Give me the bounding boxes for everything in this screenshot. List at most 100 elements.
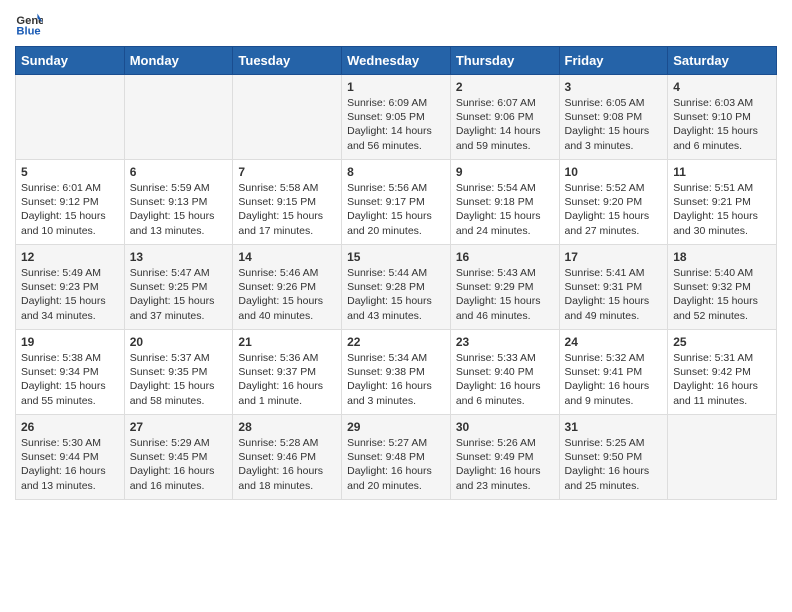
cell-line: and 27 minutes.: [565, 224, 663, 238]
cell-line: Sunrise: 5:40 AM: [673, 266, 771, 280]
cell-line: and 25 minutes.: [565, 479, 663, 493]
calendar-cell: 1Sunrise: 6:09 AMSunset: 9:05 PMDaylight…: [342, 75, 451, 160]
cell-line: Sunset: 9:32 PM: [673, 280, 771, 294]
header-row: SundayMondayTuesdayWednesdayThursdayFrid…: [16, 47, 777, 75]
calendar-body: 1Sunrise: 6:09 AMSunset: 9:05 PMDaylight…: [16, 75, 777, 500]
day-number: 28: [238, 420, 336, 434]
cell-line: Sunset: 9:15 PM: [238, 195, 336, 209]
cell-line: Daylight: 15 hours: [673, 209, 771, 223]
cell-line: Sunset: 9:06 PM: [456, 110, 554, 124]
calendar-cell: [124, 75, 233, 160]
cell-line: Sunset: 9:20 PM: [565, 195, 663, 209]
cell-line: and 37 minutes.: [130, 309, 228, 323]
cell-line: Daylight: 16 hours: [21, 464, 119, 478]
cell-content: Sunrise: 5:25 AMSunset: 9:50 PMDaylight:…: [565, 436, 663, 493]
day-header-saturday: Saturday: [668, 47, 777, 75]
cell-line: Sunset: 9:35 PM: [130, 365, 228, 379]
day-number: 15: [347, 250, 445, 264]
calendar-week-5: 26Sunrise: 5:30 AMSunset: 9:44 PMDayligh…: [16, 415, 777, 500]
cell-line: Sunrise: 5:38 AM: [21, 351, 119, 365]
calendar-cell: 21Sunrise: 5:36 AMSunset: 9:37 PMDayligh…: [233, 330, 342, 415]
day-header-friday: Friday: [559, 47, 668, 75]
cell-line: Sunrise: 5:37 AM: [130, 351, 228, 365]
calendar-cell: 13Sunrise: 5:47 AMSunset: 9:25 PMDayligh…: [124, 245, 233, 330]
day-number: 2: [456, 80, 554, 94]
calendar-cell: [668, 415, 777, 500]
cell-line: and 16 minutes.: [130, 479, 228, 493]
cell-line: and 58 minutes.: [130, 394, 228, 408]
cell-line: and 20 minutes.: [347, 479, 445, 493]
cell-line: Sunset: 9:44 PM: [21, 450, 119, 464]
calendar-cell: 28 Sunrise: 5:28 AMSunset: 9:46 PMDayligh…: [233, 415, 342, 500]
calendar-cell: 10Sunrise: 5:52 AMSunset: 9:20 PMDayligh…: [559, 160, 668, 245]
cell-line: Sunset: 9:10 PM: [673, 110, 771, 124]
day-number: 21: [238, 335, 336, 349]
day-number: 26: [21, 420, 119, 434]
calendar-cell: 8 Sunrise: 5:56 AMSunset: 9:17 PMDaylight…: [342, 160, 451, 245]
cell-line: Sunset: 9:29 PM: [456, 280, 554, 294]
cell-line: and 23 minutes.: [456, 479, 554, 493]
cell-content: Sunrise: 5:59 AMSunset: 9:13 PMDaylight:…: [130, 181, 228, 238]
cell-content: Sunrise: 5:44 AMSunset: 9:28 PMDaylight:…: [347, 266, 445, 323]
cell-line: Daylight: 16 hours: [456, 464, 554, 478]
cell-line: Sunset: 9:46 PM: [238, 450, 336, 464]
day-number: 8: [347, 165, 445, 179]
cell-line: Daylight: 15 hours: [456, 209, 554, 223]
calendar-cell: 22 Sunrise: 5:34 AMSunset: 9:38 PMDayligh…: [342, 330, 451, 415]
calendar-cell: 20 Sunrise: 5:37 AMSunset: 9:35 PMDayligh…: [124, 330, 233, 415]
cell-line: Sunset: 9:25 PM: [130, 280, 228, 294]
page-header: General Blue: [15, 10, 777, 38]
cell-line: and 49 minutes.: [565, 309, 663, 323]
cell-line: and 9 minutes.: [565, 394, 663, 408]
calendar-cell: 17Sunrise: 5:41 AMSunset: 9:31 PMDayligh…: [559, 245, 668, 330]
cell-line: Daylight: 15 hours: [130, 294, 228, 308]
cell-line: Sunrise: 5:25 AM: [565, 436, 663, 450]
cell-line: Sunset: 9:13 PM: [130, 195, 228, 209]
cell-line: Sunset: 9:21 PM: [673, 195, 771, 209]
day-number: 14: [238, 250, 336, 264]
calendar-cell: 6Sunrise: 5:59 AMSunset: 9:13 PMDaylight…: [124, 160, 233, 245]
cell-line: Sunset: 9:08 PM: [565, 110, 663, 124]
calendar-cell: 9Sunrise: 5:54 AMSunset: 9:18 PMDaylight…: [450, 160, 559, 245]
cell-content: Sunrise: 5:32 AMSunset: 9:41 PMDaylight:…: [565, 351, 663, 408]
cell-content: Sunrise: 5:47 AMSunset: 9:25 PMDaylight:…: [130, 266, 228, 323]
day-number: 5: [21, 165, 119, 179]
calendar-cell: 18 Sunrise: 5:40 AMSunset: 9:32 PMDayligh…: [668, 245, 777, 330]
day-number: 22: [347, 335, 445, 349]
day-header-tuesday: Tuesday: [233, 47, 342, 75]
cell-line: Daylight: 15 hours: [673, 124, 771, 138]
calendar-cell: [16, 75, 125, 160]
cell-line: Sunrise: 5:27 AM: [347, 436, 445, 450]
cell-content: Sunrise: 5:28 AMSunset: 9:46 PMDaylight:…: [238, 436, 336, 493]
calendar-cell: 4Sunrise: 6:03 AMSunset: 9:10 PMDaylight…: [668, 75, 777, 160]
cell-line: Daylight: 16 hours: [565, 464, 663, 478]
day-number: 20: [130, 335, 228, 349]
cell-line: Sunset: 9:05 PM: [347, 110, 445, 124]
cell-line: and 59 minutes.: [456, 139, 554, 153]
day-number: 11: [673, 165, 771, 179]
cell-content: Sunrise: 5:41 AMSunset: 9:31 PMDaylight:…: [565, 266, 663, 323]
cell-content: Sunrise: 5:31 AMSunset: 9:42 PMDaylight:…: [673, 351, 771, 408]
cell-content: Sunrise: 5:34 AMSunset: 9:38 PMDaylight:…: [347, 351, 445, 408]
cell-line: Sunrise: 6:03 AM: [673, 96, 771, 110]
cell-line: Sunset: 9:42 PM: [673, 365, 771, 379]
cell-line: Daylight: 15 hours: [673, 294, 771, 308]
cell-line: and 10 minutes.: [21, 224, 119, 238]
day-number: 18: [673, 250, 771, 264]
calendar-header: SundayMondayTuesdayWednesdayThursdayFrid…: [16, 47, 777, 75]
cell-line: Sunrise: 5:28 AM: [238, 436, 336, 450]
svg-text:Blue: Blue: [16, 26, 40, 38]
cell-line: Daylight: 15 hours: [130, 379, 228, 393]
calendar-cell: 30Sunrise: 5:26 AMSunset: 9:49 PMDayligh…: [450, 415, 559, 500]
cell-line: Daylight: 14 hours: [456, 124, 554, 138]
cell-content: Sunrise: 5:56 AMSunset: 9:17 PMDaylight:…: [347, 181, 445, 238]
cell-content: Sunrise: 5:43 AMSunset: 9:29 PMDaylight:…: [456, 266, 554, 323]
calendar-cell: 25Sunrise: 5:31 AMSunset: 9:42 PMDayligh…: [668, 330, 777, 415]
cell-line: Daylight: 15 hours: [347, 294, 445, 308]
cell-line: Sunset: 9:41 PM: [565, 365, 663, 379]
cell-line: Daylight: 16 hours: [673, 379, 771, 393]
day-header-monday: Monday: [124, 47, 233, 75]
cell-line: Sunrise: 5:52 AM: [565, 181, 663, 195]
cell-line: Sunset: 9:12 PM: [21, 195, 119, 209]
cell-content: Sunrise: 5:52 AMSunset: 9:20 PMDaylight:…: [565, 181, 663, 238]
